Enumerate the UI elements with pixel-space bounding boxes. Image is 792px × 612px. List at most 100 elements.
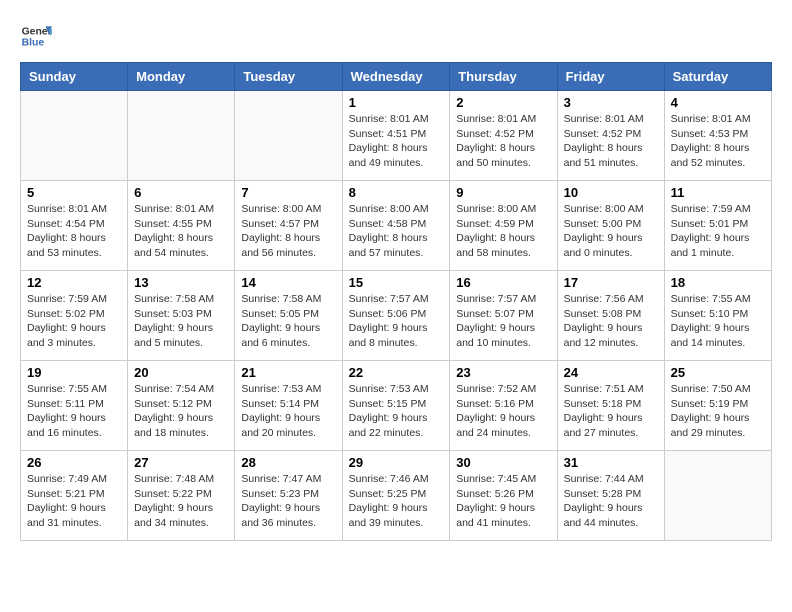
calendar-cell: 13Sunrise: 7:58 AM Sunset: 5:03 PM Dayli… — [128, 271, 235, 361]
day-number: 10 — [564, 185, 658, 200]
day-number: 4 — [671, 95, 765, 110]
calendar-cell: 22 Sunrise: 7:53 AM Sunset: 5:15 PM Dayli… — [342, 361, 450, 451]
calendar-cell: 20Sunrise: 7:54 AM Sunset: 5:12 PM Dayli… — [128, 361, 235, 451]
day-number: 18 — [671, 275, 765, 290]
calendar-cell: 17 Sunrise: 7:56 AM Sunset: 5:08 PM Dayli… — [557, 271, 664, 361]
calendar-cell: 23 Sunrise: 7:52 AM Sunset: 5:16 PM Dayli… — [450, 361, 557, 451]
calendar-week-row: 19 Sunrise: 7:55 AM Sunset: 5:11 PM Dayli… — [21, 361, 772, 451]
calendar-table: SundayMondayTuesdayWednesdayThursdayFrid… — [20, 62, 772, 541]
calendar-cell: 25 Sunrise: 7:50 AM Sunset: 5:19 PM Dayli… — [664, 361, 771, 451]
day-number: 31 — [564, 455, 658, 470]
day-number: 13 — [134, 275, 228, 290]
calendar-cell: 28 Sunrise: 7:47 AM Sunset: 5:23 PM Dayli… — [235, 451, 342, 541]
day-info: Sunrise: 8:01 AM Sunset: 4:55 PM Dayligh… — [134, 202, 228, 261]
calendar-cell: 5Sunrise: 8:01 AM Sunset: 4:54 PM Daylig… — [21, 181, 128, 271]
calendar-cell: 11 Sunrise: 7:59 AM Sunset: 5:01 PM Dayli… — [664, 181, 771, 271]
day-info: Sunrise: 7:59 AM Sunset: 5:01 PM Dayligh… — [671, 202, 765, 261]
day-info: Sunrise: 7:47 AM Sunset: 5:23 PM Dayligh… — [241, 472, 335, 531]
day-info: Sunrise: 7:51 AM Sunset: 5:18 PM Dayligh… — [564, 382, 658, 441]
calendar-week-row: 26 Sunrise: 7:49 AM Sunset: 5:21 PM Dayli… — [21, 451, 772, 541]
day-info: Sunrise: 8:00 AM Sunset: 5:00 PM Dayligh… — [564, 202, 658, 261]
calendar-cell: 8 Sunrise: 8:00 AM Sunset: 4:58 PM Daylig… — [342, 181, 450, 271]
day-info: Sunrise: 7:55 AM Sunset: 5:11 PM Dayligh… — [27, 382, 121, 441]
day-number: 6 — [134, 185, 228, 200]
calendar-header-tuesday: Tuesday — [235, 63, 342, 91]
day-info: Sunrise: 7:48 AM Sunset: 5:22 PM Dayligh… — [134, 472, 228, 531]
calendar-header-sunday: Sunday — [21, 63, 128, 91]
calendar-week-row: 12Sunrise: 7:59 AM Sunset: 5:02 PM Dayli… — [21, 271, 772, 361]
day-number: 22 — [349, 365, 444, 380]
calendar-cell: 15Sunrise: 7:57 AM Sunset: 5:06 PM Dayli… — [342, 271, 450, 361]
day-number: 20 — [134, 365, 228, 380]
day-number: 9 — [456, 185, 550, 200]
day-info: Sunrise: 7:44 AM Sunset: 5:28 PM Dayligh… — [564, 472, 658, 531]
calendar-header-thursday: Thursday — [450, 63, 557, 91]
day-number: 7 — [241, 185, 335, 200]
calendar-cell — [128, 91, 235, 181]
day-info: Sunrise: 7:45 AM Sunset: 5:26 PM Dayligh… — [456, 472, 550, 531]
calendar-cell: 27 Sunrise: 7:48 AM Sunset: 5:22 PM Dayli… — [128, 451, 235, 541]
day-info: Sunrise: 7:59 AM Sunset: 5:02 PM Dayligh… — [27, 292, 121, 351]
svg-text:Blue: Blue — [22, 38, 45, 49]
day-number: 26 — [27, 455, 121, 470]
day-number: 19 — [27, 365, 121, 380]
calendar-cell: 30Sunrise: 7:45 AM Sunset: 5:26 PM Dayli… — [450, 451, 557, 541]
calendar-cell: 6 Sunrise: 8:01 AM Sunset: 4:55 PM Daylig… — [128, 181, 235, 271]
calendar-cell: 21 Sunrise: 7:53 AM Sunset: 5:14 PM Dayli… — [235, 361, 342, 451]
calendar-header-friday: Friday — [557, 63, 664, 91]
calendar-cell: 29 Sunrise: 7:46 AM Sunset: 5:25 PM Dayli… — [342, 451, 450, 541]
day-number: 3 — [564, 95, 658, 110]
day-info: Sunrise: 8:00 AM Sunset: 4:58 PM Dayligh… — [349, 202, 444, 261]
day-info: Sunrise: 7:52 AM Sunset: 5:16 PM Dayligh… — [456, 382, 550, 441]
calendar-cell: 4 Sunrise: 8:01 AM Sunset: 4:53 PM Daylig… — [664, 91, 771, 181]
day-info: Sunrise: 8:01 AM Sunset: 4:53 PM Dayligh… — [671, 112, 765, 171]
day-info: Sunrise: 7:57 AM Sunset: 5:07 PM Dayligh… — [456, 292, 550, 351]
day-info: Sunrise: 7:55 AM Sunset: 5:10 PM Dayligh… — [671, 292, 765, 351]
day-info: Sunrise: 8:01 AM Sunset: 4:54 PM Dayligh… — [27, 202, 121, 261]
calendar-week-row: 5Sunrise: 8:01 AM Sunset: 4:54 PM Daylig… — [21, 181, 772, 271]
day-info: Sunrise: 8:00 AM Sunset: 4:59 PM Dayligh… — [456, 202, 550, 261]
calendar-week-row: 1Sunrise: 8:01 AM Sunset: 4:51 PM Daylig… — [21, 91, 772, 181]
day-number: 17 — [564, 275, 658, 290]
calendar-cell: 18 Sunrise: 7:55 AM Sunset: 5:10 PM Dayli… — [664, 271, 771, 361]
calendar-cell: 24 Sunrise: 7:51 AM Sunset: 5:18 PM Dayli… — [557, 361, 664, 451]
calendar-header-wednesday: Wednesday — [342, 63, 450, 91]
calendar-cell: 1Sunrise: 8:01 AM Sunset: 4:51 PM Daylig… — [342, 91, 450, 181]
calendar-cell: 10 Sunrise: 8:00 AM Sunset: 5:00 PM Dayli… — [557, 181, 664, 271]
calendar-cell — [235, 91, 342, 181]
day-number: 25 — [671, 365, 765, 380]
day-number: 16 — [456, 275, 550, 290]
day-number: 21 — [241, 365, 335, 380]
calendar-cell: 16 Sunrise: 7:57 AM Sunset: 5:07 PM Dayli… — [450, 271, 557, 361]
calendar-cell: 26 Sunrise: 7:49 AM Sunset: 5:21 PM Dayli… — [21, 451, 128, 541]
day-number: 8 — [349, 185, 444, 200]
day-number: 28 — [241, 455, 335, 470]
calendar-header-monday: Monday — [128, 63, 235, 91]
day-number: 11 — [671, 185, 765, 200]
day-info: Sunrise: 7:58 AM Sunset: 5:05 PM Dayligh… — [241, 292, 335, 351]
calendar-cell: 2Sunrise: 8:01 AM Sunset: 4:52 PM Daylig… — [450, 91, 557, 181]
day-number: 27 — [134, 455, 228, 470]
calendar-cell — [21, 91, 128, 181]
day-info: Sunrise: 7:50 AM Sunset: 5:19 PM Dayligh… — [671, 382, 765, 441]
day-info: Sunrise: 8:01 AM Sunset: 4:51 PM Dayligh… — [349, 112, 444, 171]
day-number: 14 — [241, 275, 335, 290]
day-info: Sunrise: 7:49 AM Sunset: 5:21 PM Dayligh… — [27, 472, 121, 531]
calendar-cell: 9 Sunrise: 8:00 AM Sunset: 4:59 PM Daylig… — [450, 181, 557, 271]
day-info: Sunrise: 7:53 AM Sunset: 5:15 PM Dayligh… — [349, 382, 444, 441]
day-info: Sunrise: 7:46 AM Sunset: 5:25 PM Dayligh… — [349, 472, 444, 531]
day-info: Sunrise: 7:56 AM Sunset: 5:08 PM Dayligh… — [564, 292, 658, 351]
logo: General Blue — [20, 20, 52, 52]
day-number: 24 — [564, 365, 658, 380]
day-number: 23 — [456, 365, 550, 380]
day-info: Sunrise: 8:01 AM Sunset: 4:52 PM Dayligh… — [564, 112, 658, 171]
logo-icon: General Blue — [20, 20, 52, 52]
calendar-cell: 3 Sunrise: 8:01 AM Sunset: 4:52 PM Daylig… — [557, 91, 664, 181]
day-number: 15 — [349, 275, 444, 290]
calendar-cell: 19 Sunrise: 7:55 AM Sunset: 5:11 PM Dayli… — [21, 361, 128, 451]
calendar-header-row: SundayMondayTuesdayWednesdayThursdayFrid… — [21, 63, 772, 91]
calendar-cell: 7Sunrise: 8:00 AM Sunset: 4:57 PM Daylig… — [235, 181, 342, 271]
day-info: Sunrise: 7:53 AM Sunset: 5:14 PM Dayligh… — [241, 382, 335, 441]
calendar-cell — [664, 451, 771, 541]
day-number: 29 — [349, 455, 444, 470]
